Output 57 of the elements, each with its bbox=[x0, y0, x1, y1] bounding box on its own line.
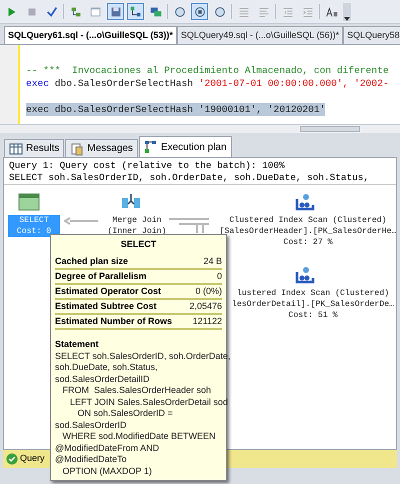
index-scan-icon[interactable] bbox=[294, 191, 316, 211]
window-icon bbox=[88, 4, 102, 18]
result-tab[interactable]: Messages bbox=[65, 139, 138, 157]
property-value: 0 (0%) bbox=[195, 286, 222, 297]
statement-line: ON soh.SalesOrderID = bbox=[76, 408, 173, 420]
tree-icon bbox=[68, 4, 82, 18]
query-text: SELECT soh.SalesOrderID, soh.OrderDate, soh.DueDate, soh.Status, bbox=[9, 172, 370, 184]
property-name: Estimated Number of Rows bbox=[55, 316, 172, 327]
index-scan-icon[interactable] bbox=[294, 264, 316, 284]
statement-line: @ModifiedDateTo bbox=[55, 454, 127, 466]
overflow-icon[interactable] bbox=[343, 2, 351, 20]
diagram-icon bbox=[128, 4, 142, 18]
horizontal-scrollbar[interactable] bbox=[0, 124, 400, 133]
query-icon bbox=[192, 4, 206, 18]
property-name: Cached plan size bbox=[55, 256, 128, 267]
statement-line: FROM Sales.SalesOrderHeader soh bbox=[62, 385, 212, 396]
plan-node-label[interactable]: Merge Join (Inner Join) bbox=[92, 215, 182, 237]
property-value: 0 bbox=[216, 271, 222, 282]
statement-line: sod.SalesOrderDetailID bbox=[55, 374, 150, 385]
statement-line: SELECT soh.SalesOrderID, soh.OrderDate, bbox=[55, 350, 230, 362]
plan-icon bbox=[144, 140, 158, 154]
tooltip-title: SELECT bbox=[120, 238, 156, 250]
property-value: 24 B bbox=[203, 256, 222, 267]
property-name: Estimated Operator Cost bbox=[55, 286, 162, 297]
document-tab[interactable]: SQLQuery49.sql - (...o\GuilleSQL (56))* bbox=[176, 26, 344, 44]
table-icon[interactable] bbox=[18, 192, 40, 212]
document-tab[interactable]: SQLQuery58 bbox=[343, 26, 400, 44]
statement-line: WHERE sod.ModifiedDate BETWEEN bbox=[62, 431, 216, 442]
arrow bbox=[64, 217, 98, 225]
statement-line: soh.DueDate, soh.Status, bbox=[55, 362, 158, 374]
diagram-button[interactable] bbox=[127, 3, 144, 20]
statement-line: sod.SalesOrderID bbox=[55, 420, 127, 431]
statement-line: OPTION (MAXDOP 1) bbox=[62, 466, 152, 477]
checkmark-icon bbox=[6, 453, 18, 465]
query-text: Query 1: Query cost (relative to the batch): 100% bbox=[9, 160, 286, 172]
arrow bbox=[167, 217, 209, 233]
document-tab[interactable]: SQLQuery61.sql - (...o\GuilleSQL (53))* bbox=[4, 26, 177, 44]
grid-icon bbox=[9, 142, 23, 156]
statement-title: Statement bbox=[55, 339, 99, 350]
query-icon bbox=[172, 4, 186, 18]
tables-icon bbox=[148, 4, 162, 18]
property-value: 121122 bbox=[192, 316, 222, 327]
query-button[interactable] bbox=[191, 3, 208, 20]
result-tab[interactable]: Results bbox=[4, 139, 64, 157]
plan-node-label[interactable]: lustered Index Scan (Clustered) lesOrderDetail].[PK_SalesOrderDe… Cost: 51 % bbox=[228, 288, 396, 321]
statement-line: @ModifiedDateFrom AND bbox=[55, 442, 160, 454]
font-size-icon bbox=[324, 4, 338, 18]
save-button[interactable] bbox=[107, 3, 124, 20]
result-tab[interactable]: Execution plan bbox=[138, 136, 232, 157]
status-text: Query bbox=[20, 452, 45, 466]
property-name: Estimated Subtree Cost bbox=[55, 301, 157, 312]
query-icon bbox=[212, 4, 226, 18]
plan-node-label[interactable]: Clustered Index Scan (Clustered) [SalesOrderHeader].[PK_SalesOrderHe… Cost: 27 % bbox=[218, 215, 396, 248]
property-name: Degree of Parallelism bbox=[55, 271, 147, 282]
checkmark-icon bbox=[44, 4, 58, 18]
statement-line: LEFT JOIN Sales.SalesOrderDetail sod bbox=[69, 396, 228, 408]
property-value: 2,05476 bbox=[189, 301, 222, 312]
